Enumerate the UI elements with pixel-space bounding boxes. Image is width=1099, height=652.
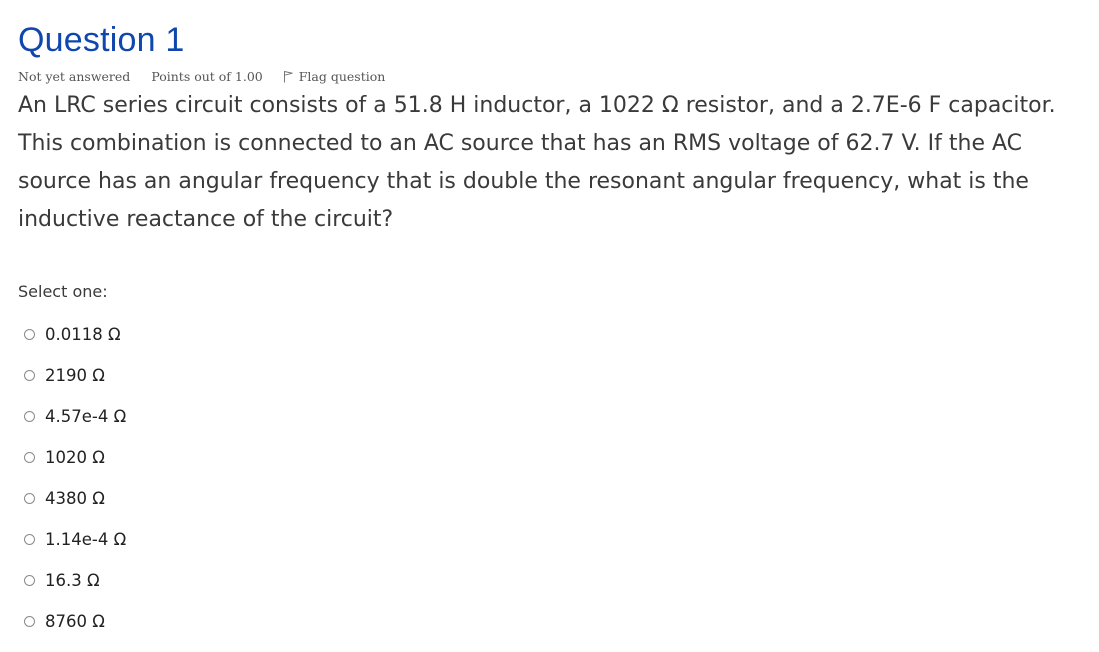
answer-label[interactable]: 0.0118 Ω xyxy=(45,325,121,344)
question-grade: Points out of 1.00 xyxy=(151,68,263,84)
question-state: Not yet answered xyxy=(18,68,131,84)
answer-label[interactable]: 2190 Ω xyxy=(45,366,105,385)
question-info: Not yet answered Points out of 1.00 Flag… xyxy=(18,67,1088,85)
answer-option-8[interactable]: 8760 Ω xyxy=(24,601,1088,642)
answer-label[interactable]: 4.57e-4 Ω xyxy=(45,407,126,426)
radio-button[interactable] xyxy=(24,575,35,586)
radio-button[interactable] xyxy=(24,616,35,627)
answer-option-5[interactable]: 4380 Ω xyxy=(24,478,1088,519)
radio-button[interactable] xyxy=(24,411,35,422)
question-text: An LRC series circuit consists of a 51.8… xyxy=(18,93,1056,232)
answer-option-6[interactable]: 1.14e-4 Ω xyxy=(24,519,1088,560)
answer-options: 0.0118 Ω 2190 Ω 4.57e-4 Ω 1020 Ω 4380 Ω … xyxy=(18,314,1088,642)
flag-question-link[interactable]: Flag question xyxy=(283,68,386,84)
answer-label[interactable]: 16.3 Ω xyxy=(45,571,100,590)
radio-button[interactable] xyxy=(24,370,35,381)
flag-question-label: Flag question xyxy=(298,68,386,84)
answer-option-7[interactable]: 16.3 Ω xyxy=(24,560,1088,601)
answer-option-2[interactable]: 2190 Ω xyxy=(24,355,1088,396)
radio-button[interactable] xyxy=(24,534,35,545)
flag-icon xyxy=(283,70,294,83)
select-one-prompt: Select one: xyxy=(18,282,108,301)
answer-label[interactable]: 8760 Ω xyxy=(45,612,105,631)
question-container: Question 1 Not yet answered Points out o… xyxy=(18,18,1088,642)
answer-option-4[interactable]: 1020 Ω xyxy=(24,437,1088,478)
answer-option-3[interactable]: 4.57e-4 Ω xyxy=(24,396,1088,437)
radio-button[interactable] xyxy=(24,452,35,463)
answer-label[interactable]: 1020 Ω xyxy=(45,448,105,467)
answer-label[interactable]: 1.14e-4 Ω xyxy=(45,530,126,549)
answer-label[interactable]: 4380 Ω xyxy=(45,489,105,508)
radio-button[interactable] xyxy=(24,329,35,340)
answer-option-1[interactable]: 0.0118 Ω xyxy=(24,314,1088,355)
question-title: Question 1 xyxy=(18,21,185,59)
radio-button[interactable] xyxy=(24,493,35,504)
